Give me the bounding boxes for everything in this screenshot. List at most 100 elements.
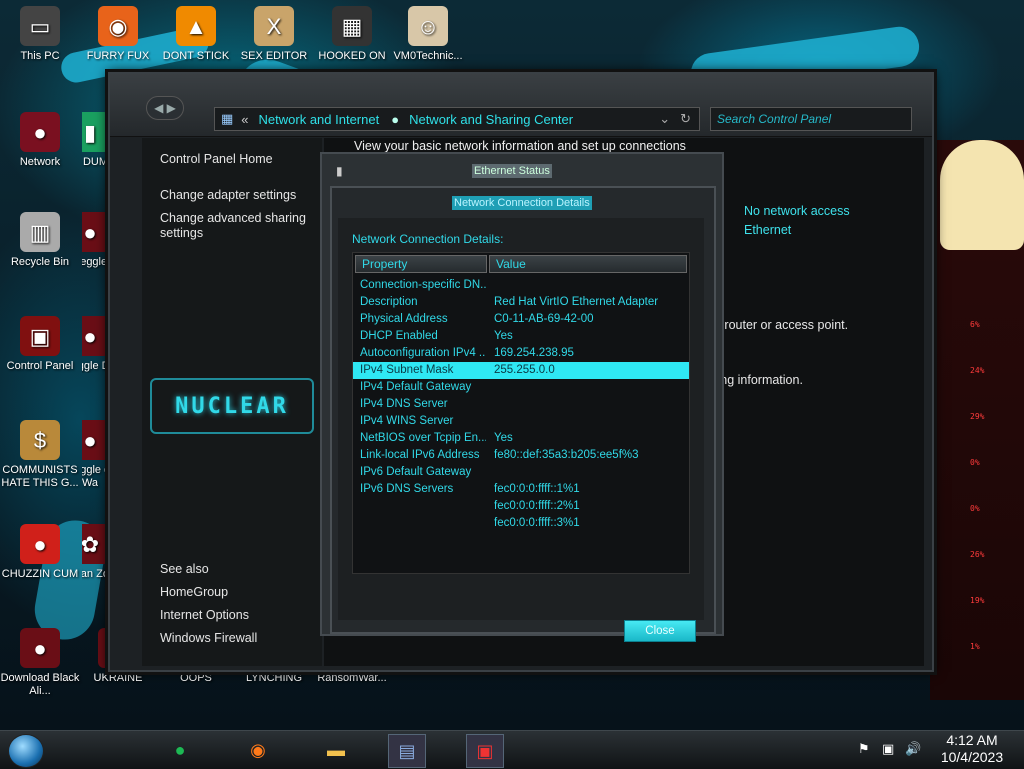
table-row[interactable]: Description Red Hat VirtIO Ethernet Adapt… (353, 294, 689, 311)
row-value: 255.255.0.0 (494, 364, 555, 376)
column-header-value[interactable]: Value (489, 255, 687, 273)
row-property: IPv4 Subnet Mask (360, 364, 454, 376)
row-value: C0-11-AB-69-42-00 (494, 313, 594, 325)
desktop-icon-label: SEX EDITOR (240, 50, 308, 62)
desktop-icon[interactable]: ▣ Control Panel (0, 316, 80, 373)
desktop-icon-label: VM0Technic... (393, 50, 463, 62)
alien-icon: ● (20, 628, 60, 668)
row-property: IPv4 WINS Server (360, 415, 454, 427)
desktop-icon-label: LYNCHING (245, 672, 303, 684)
network-details-icon[interactable]: ▣ (466, 734, 504, 768)
right-deco-panel: 6% 24% 29% 0% 0% 26% 19% 1% (930, 140, 1024, 700)
table-row[interactable]: IPv4 Subnet Mask 255.255.0.0 (353, 362, 689, 379)
search-input[interactable] (711, 108, 909, 130)
homegroup-link[interactable]: HomeGroup (160, 585, 228, 600)
table-row[interactable]: IPv4 WINS Server (353, 413, 689, 430)
desktop-icon-label: This PC (20, 50, 60, 62)
firefox-icon[interactable]: ◉ (240, 734, 276, 766)
control-panel-home-link[interactable]: Control Panel Home (160, 152, 273, 167)
doctor-icon: ☺ (408, 6, 448, 46)
see-also-heading: See also (160, 562, 209, 576)
page-heading: View your basic network information and … (354, 139, 686, 153)
windows-firewall-link[interactable]: Windows Firewall (160, 631, 257, 646)
desktop-icon-label: OOPS (180, 672, 212, 684)
table-row[interactable]: Connection-specific DN... (353, 277, 689, 294)
desktop-icon[interactable]: ● Download Black Ali... (0, 628, 80, 698)
row-property: Autoconfiguration IPv4 ... (360, 347, 486, 359)
firefox-icon: ◉ (98, 6, 138, 46)
dropdown-chevron-icon[interactable]: ⌄ (659, 111, 670, 127)
nuclear-logo: NUCLEAR (150, 378, 314, 434)
desktop-icon[interactable]: ◉ FURRY FUX (78, 6, 158, 63)
back-forward-button[interactable]: ◀ ▶ (146, 96, 184, 120)
access-type-value: No network access (744, 204, 850, 218)
deco-number: 26% (970, 550, 985, 559)
change-adapter-settings-link[interactable]: Change adapter settings (160, 188, 296, 203)
details-caption: Network Connection Details: (352, 232, 504, 246)
control-panel-icon[interactable]: ▤ (388, 734, 426, 768)
deco-number: 1% (970, 642, 980, 651)
spotify-icon[interactable]: ● (162, 734, 198, 766)
network-status-icon[interactable]: ▣ (882, 741, 894, 757)
hxd-editor-icon: X (254, 6, 294, 46)
desktop-icon[interactable]: $ COMMUNISTS HATE THIS G... (0, 420, 80, 490)
deco-number: 19% (970, 596, 985, 605)
details-list[interactable]: Property Value Connection-specific DN...… (352, 252, 690, 574)
table-row[interactable]: NetBIOS over Tcpip En... Yes (353, 430, 689, 447)
refresh-icon[interactable]: ↻ (680, 111, 691, 127)
volume-icon[interactable]: 🔊 (905, 741, 921, 757)
desktop-icon[interactable]: ▭ This PC (0, 6, 80, 63)
table-row[interactable]: Physical Address C0-11-AB-69-42-00 (353, 311, 689, 328)
deco-number: 0% (970, 504, 980, 513)
row-property: IPv6 DNS Servers (360, 483, 454, 495)
desktop-icon[interactable]: X SEX EDITOR (234, 6, 314, 63)
table-row[interactable]: Autoconfiguration IPv4 ... 169.254.238.95 (353, 345, 689, 362)
breadcrumb-sharing-center[interactable]: Network and Sharing Center (409, 112, 573, 127)
row-property: Connection-specific DN... (360, 279, 486, 291)
network-icon: ● (20, 112, 60, 152)
desktop-icon[interactable]: ▲ DONT STICK (156, 6, 236, 63)
desktop-icon-label: Network (19, 156, 61, 168)
list-header: Property Value (355, 255, 687, 273)
desktop-icon[interactable]: ☺ VM0Technic... (388, 6, 468, 63)
setup-text-fragment: a router or access point. (714, 318, 849, 332)
ethernet-connection-link[interactable]: Ethernet (744, 223, 791, 237)
desktop-icon-label: Download Black Ali... (0, 672, 80, 697)
desktop-icon[interactable]: ● CHUZZIN CUM (0, 524, 80, 581)
flag-icon[interactable]: ⚑ (858, 741, 870, 757)
desktop-icon[interactable]: ● Network (0, 112, 80, 169)
taskbar: ● ◉ ▬ ▤ ▣ ⚑ ▣ 🔊 4:12 AM 10/4/2023 (0, 730, 1024, 769)
table-row[interactable]: IPv6 DNS Servers fec0:0:0:ffff::1%1 (353, 481, 689, 498)
file-explorer-icon[interactable]: ▬ (318, 734, 354, 766)
table-row[interactable]: fec0:0:0:ffff::2%1 (353, 498, 689, 515)
breadcrumb-network-internet[interactable]: Network and Internet (259, 112, 380, 127)
table-row[interactable]: DHCP Enabled Yes (353, 328, 689, 345)
maze-app-icon: ▦ (332, 6, 372, 46)
address-bar[interactable]: ▦ « Network and Internet ● Network and S… (214, 107, 700, 131)
desktop-icon[interactable]: ▥ Recycle Bin (0, 212, 80, 269)
dialog-body: Network Connection Details: Property Val… (338, 218, 704, 642)
table-row[interactable]: IPv6 Default Gateway (353, 464, 689, 481)
troubleshoot-text-fragment: ting information. (714, 373, 803, 387)
desktop-icon-label: Recycle Bin (10, 256, 70, 268)
table-row[interactable]: Link-local IPv6 Address fe80::def:35a3:b2… (353, 447, 689, 464)
column-header-property[interactable]: Property (355, 255, 487, 273)
desktop-icon-label: FURRY FUX (86, 50, 150, 62)
desktop-icon[interactable]: ▦ HOOKED ON (312, 6, 392, 63)
row-value: Yes (494, 330, 513, 342)
title-bar: ◀ ▶ ▦ « Network and Internet ● Network a… (110, 74, 932, 137)
start-button[interactable] (8, 734, 44, 768)
close-button[interactable]: Close (624, 620, 696, 642)
table-row[interactable]: fec0:0:0:ffff::3%1 (353, 515, 689, 532)
row-value: Yes (494, 432, 513, 444)
table-row[interactable]: IPv4 DNS Server (353, 396, 689, 413)
table-row[interactable]: IPv4 Default Gateway (353, 379, 689, 396)
dialog-title: Network Connection Details (452, 196, 592, 210)
deco-number: 29% (970, 412, 985, 421)
change-advanced-sharing-link[interactable]: Change advanced sharing settings (160, 211, 310, 241)
cartoon-character (940, 140, 1024, 250)
search-box[interactable] (710, 107, 912, 131)
clock[interactable]: 4:12 AM 10/4/2023 (932, 732, 1012, 766)
row-value: fe80::def:35a3:b205:ee5f%3 (494, 449, 639, 461)
internet-options-link[interactable]: Internet Options (160, 608, 249, 623)
